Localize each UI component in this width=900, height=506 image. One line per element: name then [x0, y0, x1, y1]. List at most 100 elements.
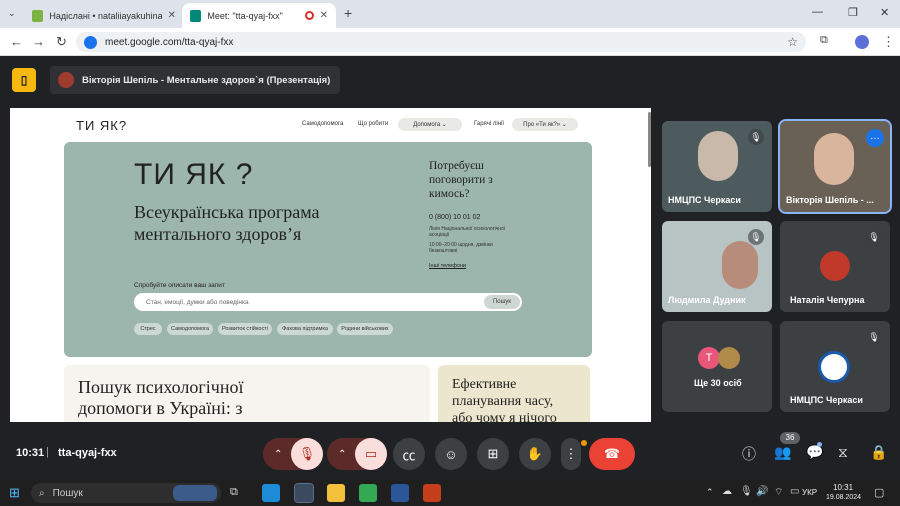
participant-name: Ще 30 осіб: [694, 378, 742, 388]
meeting-time: 10:31: [16, 447, 45, 459]
search-icon: ⌕: [39, 487, 45, 499]
task-view-icon[interactable]: ⧉: [230, 486, 238, 499]
restore-button[interactable]: ❐: [848, 6, 858, 19]
phone-desc-line2: асоціації: [429, 232, 450, 238]
participant-tile[interactable]: 🎙 Людмила Дудник: [662, 221, 772, 312]
meeting-code: tta-qyaj-fxx: [58, 447, 117, 459]
tab-meet-title: Meet: "tta-qyaj-fxx": [207, 10, 283, 21]
camera-control[interactable]: ⌃ ▭: [327, 438, 387, 470]
presenter-chip[interactable]: Вікторія Шепіль - Ментальне здоров`я (Пр…: [50, 66, 340, 94]
participant-avatar: [718, 347, 740, 369]
emoji-button[interactable]: ☺: [435, 438, 467, 470]
leave-call-button[interactable]: ☎: [589, 438, 635, 470]
address-toolbar: ← → ↻ meet.google.com/tta-qyaj-fxx ☆ ⧉ ⋮: [0, 28, 900, 56]
recording-icon: [304, 11, 314, 20]
language-indicator[interactable]: УКР: [802, 488, 817, 497]
hero-title-line2: ментального здоров’я: [134, 224, 302, 244]
people-icon[interactable]: 👥: [774, 444, 791, 461]
talk-title-line3: кимось?: [429, 188, 470, 200]
notification-dot: [581, 440, 587, 446]
profile-avatar[interactable]: [855, 35, 869, 49]
close-icon[interactable]: ✕: [320, 10, 328, 21]
raise-hand-button[interactable]: ✋: [519, 438, 551, 470]
activities-icon[interactable]: ⧖: [838, 444, 848, 461]
meet-favicon-icon: [190, 9, 202, 22]
other-phones-link: Інші телефони: [429, 263, 467, 269]
hero-title-line1: Всеукраїнська програма: [134, 202, 320, 222]
search-placeholder: Стан, емоції, думки або поведінка: [146, 298, 249, 306]
taskbar-search[interactable]: ⌕ Пошук: [31, 483, 221, 503]
separator: |: [46, 446, 49, 458]
notifications-icon[interactable]: ▢: [874, 486, 884, 499]
tab-mail[interactable]: Надіслані • nataliiayakuhina@ ✕: [24, 3, 184, 28]
participant-tile[interactable]: 🎙 НМЦПС Черкаси: [780, 321, 890, 412]
reload-icon[interactable]: ↻: [56, 34, 67, 50]
host-controls-icon[interactable]: 🔒: [870, 444, 887, 461]
chrome-active-icon[interactable]: [294, 483, 314, 503]
chip-stress: Стрес: [134, 323, 162, 335]
camera-off-icon[interactable]: ▭: [355, 438, 387, 470]
minimize-button[interactable]: —: [812, 6, 823, 18]
close-window-button[interactable]: ✕: [880, 6, 889, 19]
clock-time[interactable]: 10:31: [833, 483, 853, 492]
tab-list-chevron-icon[interactable]: ⌄: [8, 8, 16, 19]
chip-resilience: Розвиток стійкості: [218, 323, 272, 335]
browser-tab-bar: ⌄ Надіслані • nataliiayakuhina@ ✕ Meet: …: [0, 0, 900, 28]
participant-tile[interactable]: 🎙 НМЦПС Черкаси: [662, 121, 772, 212]
chat-unread-dot: [817, 442, 822, 447]
tray-mic-icon[interactable]: 🎙: [740, 486, 753, 497]
chevron-up-icon[interactable]: ⌃: [274, 449, 282, 460]
participant-video: [814, 133, 854, 185]
talk-title-line2: поговорити з: [429, 174, 493, 186]
taskbar-search-label: Пошук: [52, 487, 83, 499]
new-tab-button[interactable]: +: [344, 5, 352, 21]
captions-button[interactable]: ㏄: [393, 438, 425, 470]
bookmark-star-icon[interactable]: ☆: [787, 35, 798, 49]
present-button[interactable]: ⊞: [477, 438, 509, 470]
clock-date[interactable]: 19.08.2024: [826, 494, 861, 501]
presentation-scrollbar[interactable]: [648, 112, 651, 167]
menu-icon[interactable]: ⋮: [882, 34, 895, 50]
tray-volume-icon[interactable]: 🔊: [756, 486, 768, 497]
close-icon[interactable]: ✕: [168, 10, 176, 21]
mic-off-icon[interactable]: 🎙: [291, 438, 323, 470]
forward-icon[interactable]: →: [32, 34, 45, 49]
presenter-avatar: [58, 72, 74, 88]
end-call-icon: ☎: [603, 446, 621, 461]
tray-network-icon[interactable]: ☁: [722, 486, 732, 497]
nav-about: Про «Ти як?» ⌄: [512, 118, 578, 131]
chip-military-families: Родини військових: [337, 323, 393, 335]
edge-icon[interactable]: [262, 484, 280, 502]
tray-wifi-icon[interactable]: ⌔: [774, 486, 783, 499]
word-icon[interactable]: [391, 484, 409, 502]
captions-icon: ㏄: [402, 447, 416, 463]
presentation-icon[interactable]: ▯: [12, 68, 36, 92]
article-card-2: Ефективне планування часу, або чому я ні…: [438, 365, 590, 422]
url-text: meet.google.com/tta-qyaj-fxx: [105, 36, 234, 48]
tray-chevron-icon[interactable]: ⌃: [706, 487, 714, 498]
nav-self-help: Самодопомога: [302, 121, 344, 127]
participant-name: Вікторія Шепіль - ...: [786, 195, 874, 205]
participant-tile-active[interactable]: … Вікторія Шепіль - ...: [778, 119, 892, 214]
chevron-up-icon[interactable]: ⌃: [338, 449, 346, 460]
url-bar[interactable]: meet.google.com/tta-qyaj-fxx ☆: [76, 32, 806, 52]
site-logo: ТИ ЯК?: [76, 118, 128, 133]
microphone-control[interactable]: ⌃ 🎙: [263, 438, 323, 470]
file-explorer-icon[interactable]: [327, 484, 345, 502]
info-icon[interactable]: ⓘ: [742, 444, 756, 464]
chrome-icon[interactable]: [359, 484, 377, 502]
participant-tile[interactable]: 🎙 Наталія Чепурна: [780, 221, 890, 312]
back-icon[interactable]: ←: [10, 34, 23, 49]
site-info-icon[interactable]: [84, 35, 97, 49]
chip-pro-support: Фахова підтримка: [277, 323, 333, 335]
chip-self-help: Самодопомога: [167, 323, 213, 335]
windows-start-icon[interactable]: ⊞: [9, 485, 20, 501]
tab-meet[interactable]: Meet: "tta-qyaj-fxx" ✕: [182, 3, 336, 28]
more-participants-tile[interactable]: Т Ще 30 осіб: [662, 321, 772, 412]
more-options-icon[interactable]: …: [866, 129, 884, 147]
more-options-button[interactable]: ⋮: [561, 438, 581, 470]
participant-video: [722, 241, 758, 289]
extensions-icon[interactable]: ⧉: [820, 34, 828, 47]
tray-battery-icon[interactable]: ▭: [790, 486, 799, 497]
powerpoint-icon[interactable]: [423, 484, 441, 502]
